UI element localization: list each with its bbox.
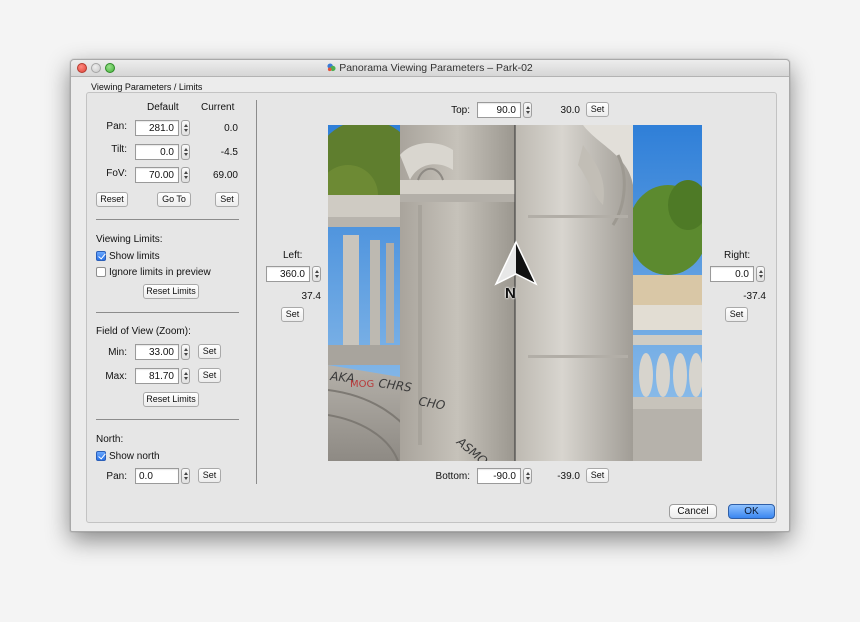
divider bbox=[96, 419, 239, 420]
left-current-value: 37.4 bbox=[301, 291, 321, 302]
right-label: Right: bbox=[724, 250, 751, 261]
fov-stepper[interactable] bbox=[181, 167, 190, 183]
fov-min-stepper[interactable] bbox=[181, 344, 190, 360]
top-limit-stepper[interactable] bbox=[523, 102, 532, 118]
pan-current-value: 0.0 bbox=[224, 123, 238, 134]
fov-min-set-button[interactable]: Set bbox=[198, 344, 221, 359]
left-set-button[interactable]: Set bbox=[281, 307, 304, 322]
bottom-set-button[interactable]: Set bbox=[586, 468, 609, 483]
north-arrow-icon[interactable] bbox=[492, 240, 540, 304]
left-limit-field[interactable]: 360.0 bbox=[266, 266, 310, 282]
fov-min-field[interactable]: 33.00 bbox=[135, 344, 179, 360]
right-limit-stepper[interactable] bbox=[756, 266, 765, 282]
divider bbox=[96, 219, 239, 220]
vertical-divider bbox=[256, 100, 257, 484]
go-to-button[interactable]: Go To bbox=[157, 192, 191, 207]
current-column-header: Current bbox=[201, 102, 235, 113]
reset-fov-limits-button[interactable]: Reset Limits bbox=[143, 392, 199, 407]
group-title: Viewing Parameters / Limits bbox=[91, 82, 203, 92]
right-limit-field[interactable]: 0.0 bbox=[710, 266, 754, 282]
north-marker-letter: N bbox=[505, 285, 516, 302]
north-pan-set-button[interactable]: Set bbox=[198, 468, 221, 483]
top-current-value: 30.0 bbox=[560, 105, 580, 116]
tilt-stepper[interactable] bbox=[181, 144, 190, 160]
title-bar[interactable]: Panorama Viewing Parameters – Park-02 bbox=[71, 60, 789, 77]
top-label: Top: bbox=[451, 105, 470, 116]
window-title: Panorama Viewing Parameters – Park-02 bbox=[339, 62, 533, 74]
north-pan-label: Pan: bbox=[106, 471, 127, 482]
show-limits-checkbox[interactable] bbox=[96, 251, 106, 261]
fov-zoom-title: Field of View (Zoom): bbox=[96, 326, 191, 337]
show-limits-label[interactable]: Show limits bbox=[109, 251, 160, 262]
set-default-button[interactable]: Set bbox=[215, 192, 239, 207]
right-current-value: -37.4 bbox=[743, 291, 766, 302]
tilt-default-field[interactable]: 0.0 bbox=[135, 144, 179, 160]
divider bbox=[96, 312, 239, 313]
fov-max-set-button[interactable]: Set bbox=[198, 368, 221, 383]
show-north-checkbox[interactable] bbox=[96, 451, 106, 461]
panorama-preview[interactable]: AKA CHRS CHO ASMO MOG N bbox=[328, 125, 702, 461]
north-pan-stepper[interactable] bbox=[181, 468, 190, 484]
bottom-limit-stepper[interactable] bbox=[523, 468, 532, 484]
fov-default-field[interactable]: 70.00 bbox=[135, 167, 179, 183]
right-set-button[interactable]: Set bbox=[725, 307, 748, 322]
reset-button[interactable]: Reset bbox=[96, 192, 128, 207]
svg-text:MOG: MOG bbox=[350, 379, 374, 390]
fov-min-label: Min: bbox=[108, 347, 127, 358]
left-limit-stepper[interactable] bbox=[312, 266, 321, 282]
show-north-label[interactable]: Show north bbox=[109, 451, 160, 462]
left-label: Left: bbox=[283, 250, 303, 261]
pan-default-field[interactable]: 281.0 bbox=[135, 120, 179, 136]
ignore-limits-checkbox[interactable] bbox=[96, 267, 106, 277]
window-title-wrap: Panorama Viewing Parameters – Park-02 bbox=[71, 62, 789, 74]
top-limit-field[interactable]: 90.0 bbox=[477, 102, 521, 118]
ok-button[interactable]: OK bbox=[728, 504, 775, 519]
viewing-limits-title: Viewing Limits: bbox=[96, 234, 163, 245]
bottom-limit-field[interactable]: -90.0 bbox=[477, 468, 521, 484]
default-column-header: Default bbox=[147, 102, 179, 113]
cancel-button[interactable]: Cancel bbox=[669, 504, 717, 519]
north-title: North: bbox=[96, 434, 124, 445]
ignore-limits-label[interactable]: Ignore limits in preview bbox=[109, 267, 211, 278]
fov-max-stepper[interactable] bbox=[181, 368, 190, 384]
tilt-current-value: -4.5 bbox=[220, 147, 238, 158]
fov-max-label: Max: bbox=[105, 371, 127, 382]
tilt-label: Tilt: bbox=[111, 144, 127, 155]
fov-current-value: 69.00 bbox=[212, 170, 238, 181]
pan-stepper[interactable] bbox=[181, 120, 190, 136]
panorama-app-icon bbox=[327, 63, 336, 72]
north-pan-field[interactable]: 0.0 bbox=[135, 468, 179, 484]
fov-label: FoV: bbox=[106, 168, 127, 179]
pan-label: Pan: bbox=[106, 121, 127, 132]
fov-max-field[interactable]: 81.70 bbox=[135, 368, 179, 384]
bottom-current-value: -39.0 bbox=[557, 471, 580, 482]
reset-viewing-limits-button[interactable]: Reset Limits bbox=[143, 284, 199, 299]
top-set-button[interactable]: Set bbox=[586, 102, 609, 117]
bottom-label: Bottom: bbox=[435, 471, 470, 482]
